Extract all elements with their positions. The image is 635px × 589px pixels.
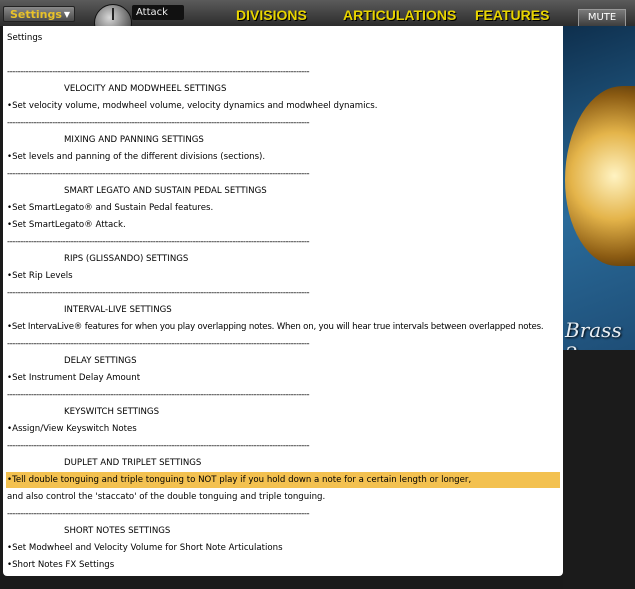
section-heading: KEYSWITCH SETTINGS [64, 407, 160, 417]
brand-logo: Brass 2 [565, 318, 622, 350]
settings-dropdown[interactable]: Settings ▼ [3, 6, 75, 22]
section-heading: DELAY SETTINGS [64, 356, 137, 366]
settings-link[interactable]: •Set SmartLegato® Attack. [7, 219, 126, 231]
section-heading: DUPLET AND TRIPLET SETTINGS [64, 458, 202, 468]
separator: ----------------------------------------… [7, 67, 310, 77]
settings-link[interactable]: •Set Modwheel and Velocity Volume for Sh… [7, 542, 283, 554]
separator: ----------------------------------------… [7, 169, 310, 179]
separator: ----------------------------------------… [7, 339, 310, 349]
settings-link[interactable]: •Set SmartLegato® and Sustain Pedal feat… [7, 202, 213, 214]
section-heading: MIXING AND PANNING SETTINGS [64, 135, 204, 145]
separator: ----------------------------------------… [7, 441, 310, 451]
separator: ----------------------------------------… [7, 390, 310, 400]
knob-pointer [112, 8, 114, 20]
settings-text: and also control the 'staccato' of the d… [7, 492, 326, 502]
attack-label: Attack [132, 5, 184, 20]
top-toolbar: Settings ▼ Attack DIVISIONS ARTICULATION… [0, 0, 635, 42]
settings-panel: Settings -------------------------------… [3, 26, 563, 576]
section-heading: VELOCITY AND MODWHEEL SETTINGS [64, 84, 227, 94]
chevron-down-icon: ▼ [63, 10, 70, 19]
settings-link[interactable]: •Tell double tonguing and triple tonguin… [7, 474, 471, 486]
section-heading: SHORT NOTES SETTINGS [64, 526, 171, 536]
panel-title: Settings [7, 33, 43, 43]
settings-link[interactable]: •Set Instrument Delay Amount [7, 372, 140, 384]
section-heading: INTERVAL-LIVE SETTINGS [64, 305, 172, 315]
tab-features[interactable]: FEATURES [475, 7, 549, 23]
mute-button[interactable]: MUTE [578, 9, 626, 27]
settings-link[interactable]: •Set levels and panning of the different… [7, 151, 265, 163]
instrument-artwork: Brass 2 [563, 26, 635, 350]
settings-link[interactable]: •Set IntervaLive® features for when you … [7, 321, 544, 333]
settings-link[interactable]: •Set Rip Levels [7, 270, 73, 282]
section-heading: RIPS (GLISSANDO) SETTINGS [64, 254, 189, 264]
side-panel [563, 350, 635, 589]
settings-link[interactable]: •Short Notes FX Settings [7, 559, 114, 571]
tab-articulations[interactable]: ARTICULATIONS [343, 7, 456, 23]
section-heading: SMART LEGATO AND SUSTAIN PEDAL SETTINGS [64, 186, 267, 196]
separator: ----------------------------------------… [7, 288, 310, 298]
settings-link[interactable]: •Assign/View Keyswitch Notes [7, 423, 137, 435]
separator: ----------------------------------------… [7, 509, 310, 519]
separator: ----------------------------------------… [7, 237, 310, 247]
settings-dropdown-label: Settings [10, 8, 62, 21]
tab-divisions[interactable]: DIVISIONS [236, 7, 307, 23]
separator: ----------------------------------------… [7, 118, 310, 128]
horn-image [565, 86, 635, 266]
settings-link[interactable]: •Set velocity volume, modwheel volume, v… [7, 100, 377, 112]
